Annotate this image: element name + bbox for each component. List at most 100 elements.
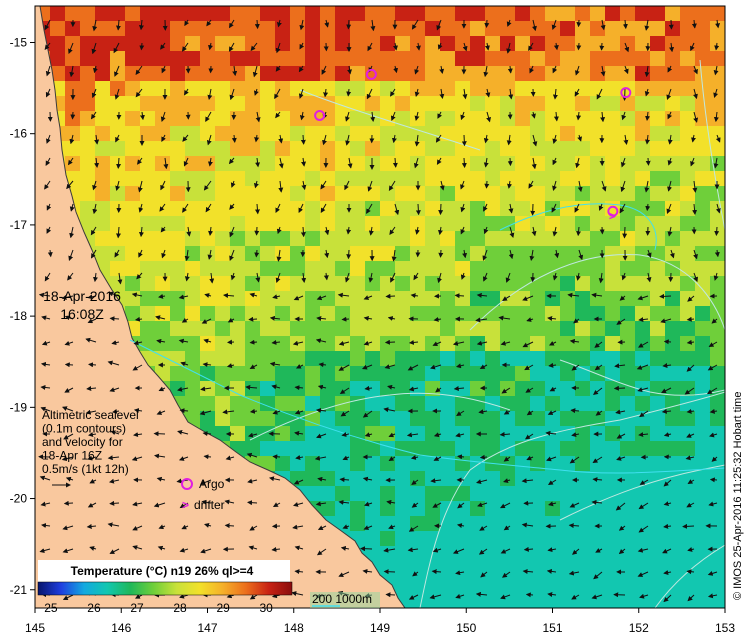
velocity-arrow [525,592,534,598]
sst-cell [95,201,110,216]
sst-cell [125,171,140,186]
sst-cell [680,21,695,36]
sst-cell [305,351,320,366]
sst-cell [530,96,545,111]
sst-cell [410,351,425,366]
velocity-arrow [385,592,396,598]
sst-cell [425,351,440,366]
sst-cell [455,21,470,36]
sst-cell [545,126,560,141]
sst-cell [200,276,215,291]
sst-cell [560,201,575,216]
sst-cell [215,141,230,156]
sst-cell [485,51,500,66]
sst-cell [530,351,545,366]
lat-tick-label: -21 [10,583,28,597]
sst-cell [275,186,290,201]
sst-cell [455,531,470,546]
sst-cell [50,36,65,51]
sst-cell [575,111,590,126]
sst-cell [590,201,605,216]
sst-cell [365,186,380,201]
sst-cell [335,411,350,426]
sst-cell [200,81,215,96]
sst-cell [125,291,140,306]
sst-cell [515,171,530,186]
sst-cell [500,291,515,306]
sst-cell [620,501,635,516]
sst-cell [665,36,680,51]
altimetry-note-line: Altimetric sealevel [42,408,139,422]
sst-cell [215,156,230,171]
sst-cell [80,141,95,156]
sst-cell [425,411,440,426]
sst-cell [590,81,605,96]
sst-cell [575,546,590,561]
sst-cell [605,36,620,51]
sst-cell [290,126,305,141]
sst-cell [530,486,545,501]
sst-cell [80,81,95,96]
sst-cell [530,291,545,306]
sst-cell [230,141,245,156]
sst-cell [365,321,380,336]
sst-cell [230,36,245,51]
sst-cell [605,66,620,81]
sst-cell [125,96,140,111]
sst-cell [455,186,470,201]
sst-cell [515,261,530,276]
sst-cell [95,6,110,21]
sst-cell [245,6,260,21]
sst-cell [140,261,155,276]
sst-cell [425,366,440,381]
sst-cell [365,216,380,231]
sst-cell [500,486,515,501]
colorbar-title: Temperature (°C) n19 26% ql>=4 [71,564,254,578]
sst-cell [95,186,110,201]
sst-cell [380,81,395,96]
sst-cell [170,81,185,96]
sst-cell [215,366,230,381]
sst-cell [665,501,680,516]
sst-cell [545,366,560,381]
sst-cell [500,261,515,276]
sst-cell [545,231,560,246]
sst-cell [245,51,260,66]
sst-cell [185,216,200,231]
sst-cell [560,171,575,186]
sst-cell [425,216,440,231]
sst-cell [395,126,410,141]
sst-cell [380,396,395,411]
sst-cell [350,516,365,531]
sst-cell [395,6,410,21]
sst-cell [710,111,725,126]
sst-cell [380,366,395,381]
sst-cell [440,111,455,126]
sst-cell [155,141,170,156]
sst-cell [575,336,590,351]
sst-cell [470,246,485,261]
sst-cell [545,381,560,396]
altimetry-note-line: 18-Apr 16Z [42,449,102,463]
sst-cell [110,66,125,81]
lat-tick-label: -17 [10,218,28,232]
sst-cell [170,141,185,156]
sst-cell [515,51,530,66]
sst-cell [290,171,305,186]
sst-cell [410,441,425,456]
sst-cell [380,291,395,306]
sst-cell [560,96,575,111]
sst-cell [515,111,530,126]
sst-cell [215,411,230,426]
sst-cell [665,291,680,306]
sst-cell [470,291,485,306]
sst-cell [500,96,515,111]
sst-cell [680,396,695,411]
sst-cell [500,546,515,561]
sst-cell [95,81,110,96]
sst-cell [80,66,95,81]
sst-cell [410,546,425,561]
sst-cell [125,66,140,81]
sst-cell [500,231,515,246]
sst-cell [440,231,455,246]
